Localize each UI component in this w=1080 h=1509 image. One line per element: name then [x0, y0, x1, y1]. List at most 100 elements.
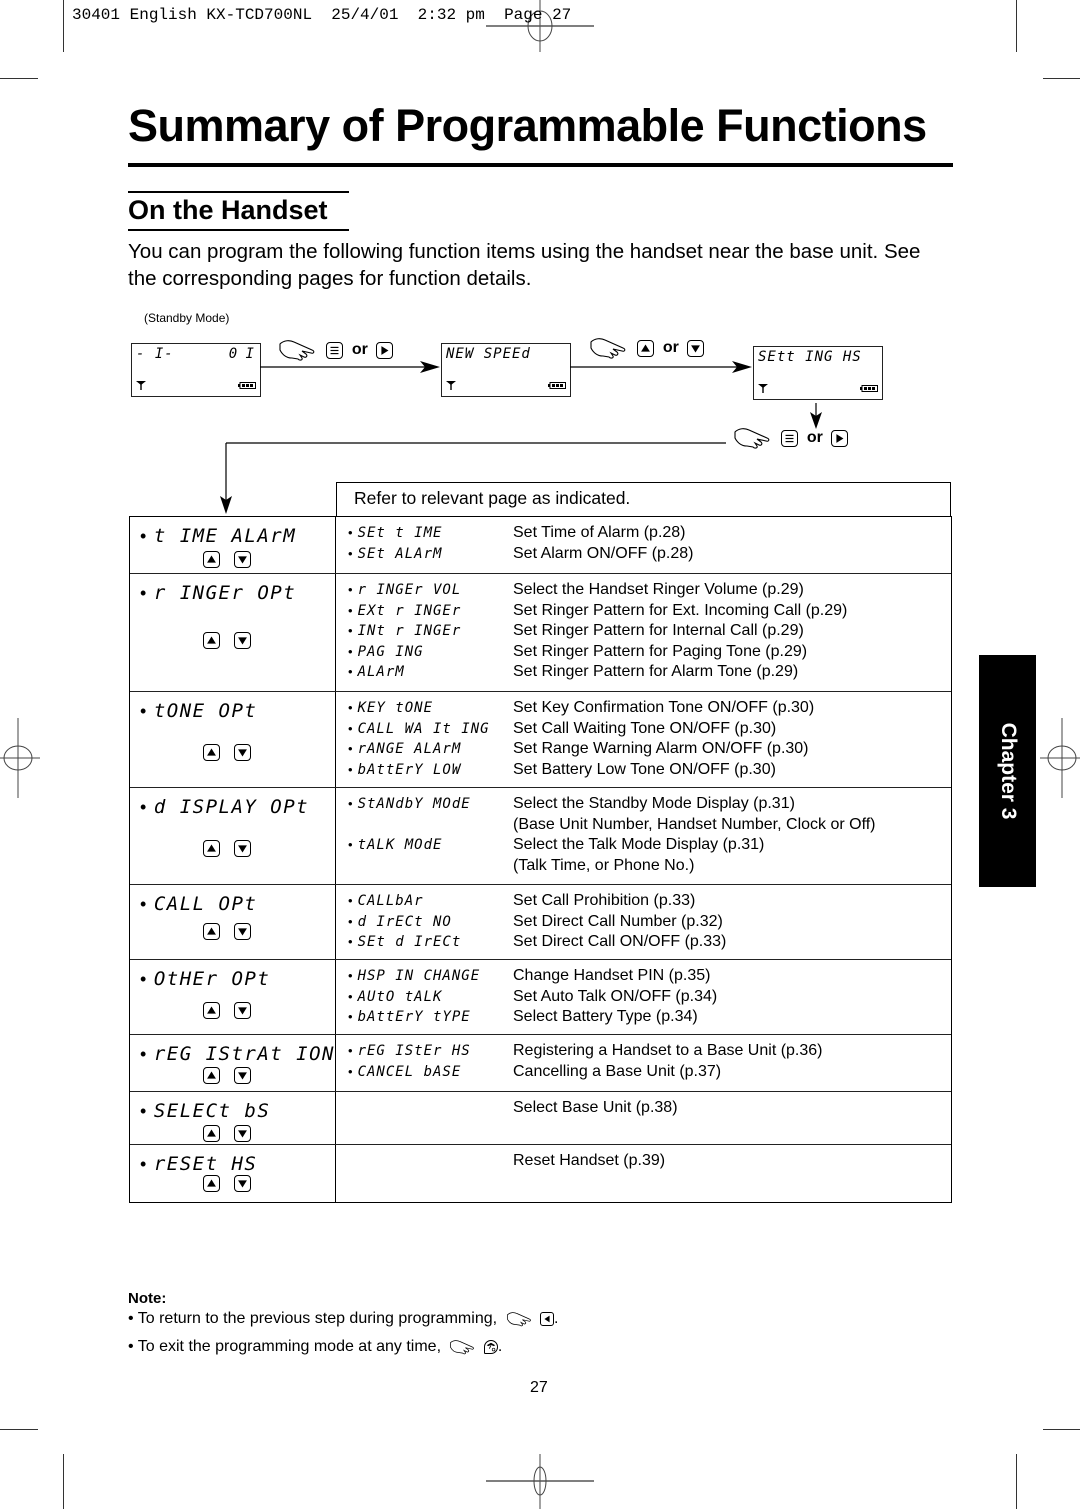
bullet: •	[348, 623, 354, 639]
bullet: •	[140, 701, 148, 721]
up-key-icon	[203, 1067, 220, 1085]
sub-item-description: Set Range Warning Alarm ON/OFF (p.30)	[513, 740, 809, 758]
scroll-keys	[203, 840, 265, 858]
right-key-icon	[376, 341, 394, 359]
sub-item: • PAG ING Set Ringer Pattern for Paging To…	[348, 642, 951, 663]
sub-item-name: • CANCEL bASE	[348, 1064, 513, 1080]
menu-item: • rESEt HS	[140, 1153, 257, 1175]
sub-item-name: • rANGE ALArM	[348, 741, 513, 757]
sub-item: • r INGEr VOL Select the Handset Ringer Vo…	[348, 580, 951, 601]
sub-item-name: • KEY tONE	[348, 700, 513, 716]
up-key-icon	[203, 1002, 220, 1020]
menu-item-label: t IME ALArM	[153, 525, 297, 547]
sub-item-description: (Base Unit Number, Handset Number, Clock…	[513, 815, 876, 833]
down-key-icon	[234, 1125, 251, 1143]
sub-item-name: • AUtO tALK	[348, 989, 513, 1005]
sub-item-name: • rEG IStEr HS	[348, 1043, 513, 1059]
bullet: •	[348, 934, 354, 950]
or-label: or	[662, 339, 679, 356]
description-cell: • KEY tONE Set Key Confirmation Tone ON/OF…	[336, 692, 951, 787]
bullet: •	[348, 700, 354, 716]
menu-item: • t IME ALArM	[140, 525, 296, 547]
sub-item-label: EXt r INGEr	[357, 602, 462, 619]
sub-item-name: • CALLbAr	[348, 893, 513, 909]
menu-item: • OtHEr OPt	[140, 968, 270, 990]
sub-item-name: • SEt ALArM	[348, 546, 513, 562]
sub-item-description: Select the Standby Mode Display (p.31)	[513, 795, 795, 813]
chapter-tab-label: Chapter 3	[996, 722, 1020, 820]
note-text: • To return to the previous step during …	[128, 1310, 498, 1328]
sub-item-description: Change Handset PIN (p.35)	[513, 967, 711, 985]
bullet: •	[140, 1044, 148, 1064]
note-line: • To exit the programming mode at any ti…	[128, 1338, 502, 1356]
menu-item-label: d ISPLAY OPt	[153, 796, 310, 818]
scroll-keys	[203, 1125, 265, 1143]
menu-item-label: r INGEr OPt	[153, 582, 297, 604]
table-row: • t IME ALArM • SEt t IME Set Time of Alarm …	[130, 517, 951, 574]
sub-item-description: Set Direct Call Number (p.32)	[513, 912, 723, 930]
sub-item: • HSP IN CHANGE Change Handset PIN (p.35)	[348, 966, 951, 987]
sub-item-name: • ALArM	[348, 664, 513, 680]
sub-item: Reset Handset (p.39)	[348, 1151, 951, 1172]
sub-item: • SEt ALArM Set Alarm ON/OFF (p.28)	[348, 544, 951, 565]
registration-mark-left	[0, 718, 40, 798]
down-key-icon	[234, 923, 251, 941]
table-row: • tONE OPt • KEY tONE Set Key Confirmation T…	[130, 692, 951, 788]
sub-item-name: • bAttErY tYPE	[348, 1009, 513, 1025]
sub-item-label: HSP IN CHANGE	[357, 968, 481, 985]
bullet: •	[348, 837, 354, 853]
bullet: •	[348, 1043, 354, 1059]
sub-item-description: Set Call Waiting Tone ON/OFF (p.30)	[513, 719, 777, 737]
sub-item: • CALL WA It ING Set Call Waiting Tone ON/…	[348, 719, 951, 740]
down-key-icon	[234, 1067, 251, 1085]
hand-press-icon	[506, 1312, 531, 1327]
up-key-icon	[637, 339, 655, 357]
sub-item-label: StANdbY MOdE	[357, 796, 471, 813]
sub-item: • rEG IStEr HS Registering a Handset to a …	[348, 1041, 951, 1062]
hand-press-icon	[734, 428, 770, 449]
menu-item-label: CALL OPt	[153, 893, 258, 915]
sub-item-name: • SEt t IME	[348, 525, 513, 541]
description-cell: • SEt t IME Set Time of Alarm (p.28) • SEt A…	[336, 517, 951, 573]
down-key-icon	[687, 339, 705, 357]
crop-mark	[1016, 1454, 1017, 1509]
bullet: •	[140, 797, 148, 817]
up-key-icon	[203, 551, 220, 569]
table-row: • r INGEr OPt • r INGEr VOL Select the Hands…	[130, 574, 951, 692]
sub-item-name: • StANdbY MOdE	[348, 796, 513, 812]
note-line: • To return to the previous step during …	[128, 1310, 558, 1328]
description-cell: • rEG IStEr HS Registering a Handset to a …	[336, 1035, 951, 1091]
down-key-icon	[234, 840, 251, 858]
menu-cell: • rEG IStrAt ION	[130, 1035, 336, 1091]
note-title: Note:	[128, 1290, 167, 1307]
menu-item: • r INGEr OPt	[140, 582, 296, 604]
sub-item-name: • r INGEr VOL	[348, 582, 513, 598]
bullet: •	[348, 525, 354, 541]
note-text: • To exit the programming mode at any ti…	[128, 1338, 442, 1356]
menu-item-label: tONE OPt	[153, 700, 258, 722]
bullet: •	[348, 796, 354, 812]
up-key-icon	[203, 1175, 220, 1193]
sub-item-description: Registering a Handset to a Base Unit (p.…	[513, 1042, 823, 1060]
hand-press-icon	[590, 338, 626, 359]
sub-item-label: CANCEL bASE	[357, 1063, 462, 1080]
sub-item-label: d IrECt NO	[357, 913, 452, 930]
sub-item-label: INt r INGEr	[357, 623, 462, 640]
up-key-icon	[203, 744, 220, 762]
note-end: .	[553, 1310, 559, 1328]
sub-item-label: r INGEr VOL	[357, 582, 462, 599]
flow-arrows	[220, 361, 822, 514]
sub-item: • SEt d IrECt Set Direct Call ON/OFF (p.33…	[348, 932, 951, 953]
sub-item-label: bAttErY LOW	[357, 761, 462, 778]
sub-item-description: Set Call Prohibition (p.33)	[513, 892, 696, 910]
sub-item-name: • HSP IN CHANGE	[348, 968, 513, 984]
bullet: •	[348, 893, 354, 909]
sub-item-description: Set Ringer Pattern for Alarm Tone (p.29)	[513, 663, 799, 681]
flow-step-2-keys: or	[589, 336, 705, 360]
bullet: •	[348, 720, 354, 736]
sub-item-description: Set Auto Talk ON/OFF (p.34)	[513, 987, 718, 1005]
sub-item-label: bAttErY tYPE	[357, 1009, 471, 1026]
sub-item-description: Set Battery Low Tone ON/OFF (p.30)	[513, 760, 776, 778]
sub-item-description: Select Battery Type (p.34)	[513, 1008, 698, 1026]
hand-press-icon	[279, 340, 315, 361]
